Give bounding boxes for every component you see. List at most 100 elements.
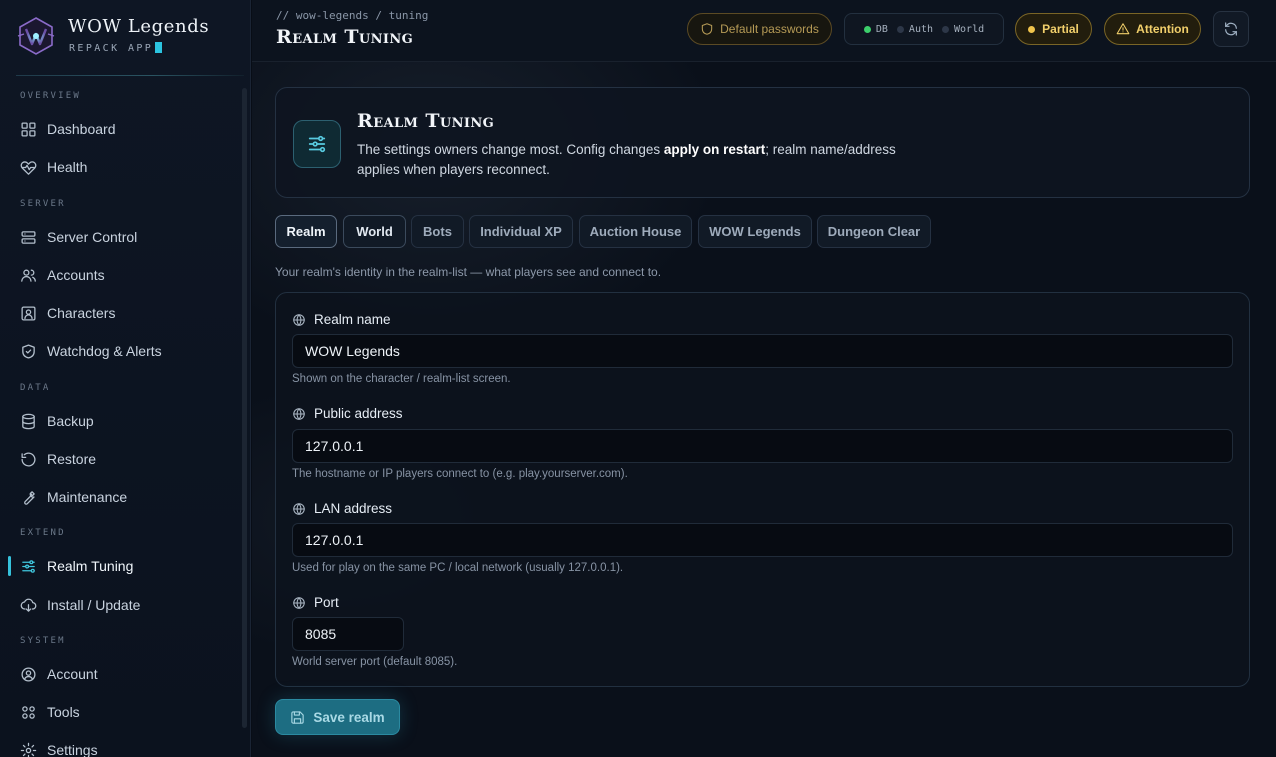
section-label-extend: EXTEND xyxy=(20,528,66,538)
sidebar-item-settings[interactable]: Settings xyxy=(8,733,236,757)
refresh-button[interactable] xyxy=(1213,11,1249,47)
port-label: Port xyxy=(292,595,339,610)
lan-address-label: LAN address xyxy=(292,501,392,516)
hero-title: Realm Tuning xyxy=(357,110,495,132)
realm-name-label: Realm name xyxy=(292,312,391,327)
shield-check-icon xyxy=(22,343,35,359)
sidebar-item-label: Account xyxy=(47,666,98,682)
section-label-server: SERVER xyxy=(20,199,66,209)
sidebar-item-server-control[interactable]: Server Control xyxy=(8,220,236,254)
gear-icon xyxy=(20,742,37,757)
save-realm-button[interactable]: Save realm xyxy=(275,699,400,735)
world-status-dot xyxy=(942,25,950,33)
database-icon xyxy=(22,413,35,429)
sidebar-item-health[interactable]: Health xyxy=(8,150,236,184)
brand[interactable]: WOW Legends REPACK APP xyxy=(16,14,236,58)
section-label-system: SYSTEM xyxy=(20,636,66,646)
breadcrumb: // wow-legends / tuning xyxy=(276,9,429,22)
sidebar-item-label: Restore xyxy=(47,451,97,467)
sidebar-item-dashboard[interactable]: Dashboard xyxy=(8,112,236,146)
realm-name-help: Shown on the character / realm-list scre… xyxy=(292,373,511,385)
sidebar-item-maintenance[interactable]: Maintenance xyxy=(8,480,236,514)
brand-title: WOW Legends xyxy=(68,16,210,37)
character-icon xyxy=(21,305,36,321)
restore-icon xyxy=(21,452,36,467)
public-address-help: The hostname or IP players connect to (e… xyxy=(292,468,628,480)
partial-status-badge[interactable]: Partial xyxy=(1015,13,1092,45)
globe-icon xyxy=(293,313,305,326)
attention-label: Attention xyxy=(1136,22,1189,36)
sidebar-item-install-update[interactable]: Install / Update xyxy=(8,588,236,622)
tab-realm[interactable]: Realm xyxy=(275,215,337,248)
tab-world[interactable]: World xyxy=(343,215,406,248)
db-status-label: DB xyxy=(875,23,888,35)
section-label-data: DATA xyxy=(20,383,51,393)
attention-badge[interactable]: Attention xyxy=(1104,13,1201,45)
warning-icon xyxy=(1116,23,1130,35)
dashboard-icon xyxy=(21,121,36,137)
partial-label: Partial xyxy=(1042,22,1079,36)
lan-address-input[interactable] xyxy=(292,523,1233,557)
globe-icon xyxy=(293,407,305,420)
sidebar-item-tools[interactable]: Tools xyxy=(8,695,236,729)
section-label-overview: OVERVIEW xyxy=(20,91,81,101)
user-circle-icon xyxy=(21,666,36,682)
sidebar-item-restore[interactable]: Restore xyxy=(8,442,236,476)
install-icon xyxy=(20,598,37,612)
service-status-indicator: DB Auth World xyxy=(844,13,1004,45)
tab-auction-house[interactable]: Auction House xyxy=(579,215,692,248)
server-icon xyxy=(21,230,36,244)
port-help: World server port (default 8085). xyxy=(292,656,458,668)
refresh-icon xyxy=(1225,22,1237,36)
sidebar-item-realm-tuning[interactable]: Realm Tuning xyxy=(8,549,236,583)
heart-pulse-icon xyxy=(20,160,37,175)
sidebar-item-label: Dashboard xyxy=(47,121,116,137)
tab-description: Your realm's identity in the realm-list … xyxy=(275,265,662,279)
sidebar-item-backup[interactable]: Backup xyxy=(8,404,236,438)
port-label-text: Port xyxy=(314,595,339,610)
cursor-block xyxy=(155,42,163,53)
auth-status-label: Auth xyxy=(908,23,934,35)
sidebar-item-label: Health xyxy=(47,159,88,175)
shield-icon xyxy=(701,23,713,35)
tab-individual-xp[interactable]: Individual XP xyxy=(469,215,573,248)
sidebar-item-account[interactable]: Account xyxy=(8,657,236,691)
tab-dungeon-clear[interactable]: Dungeon Clear xyxy=(817,215,931,248)
tab-bots[interactable]: Bots xyxy=(411,215,464,248)
main-content: // wow-legends / tuning Realm Tuning Def… xyxy=(252,0,1276,757)
realm-name-label-text: Realm name xyxy=(314,312,391,327)
lan-address-label-text: LAN address xyxy=(314,501,393,516)
brand-subtitle: REPACK APP xyxy=(69,42,163,54)
globe-icon xyxy=(293,502,305,515)
sidebar-item-label: Tools xyxy=(47,704,80,720)
sliders-icon xyxy=(22,559,35,573)
sidebar-scrollbar[interactable] xyxy=(242,88,247,728)
sidebar-item-label: Watchdog & Alerts xyxy=(47,343,162,359)
auth-status-dot xyxy=(896,25,904,33)
default-passwords-badge[interactable]: Default passwords xyxy=(687,13,832,45)
realm-settings-form: Realm name Shown on the character / real… xyxy=(275,292,1250,687)
sidebar-item-characters[interactable]: Characters xyxy=(8,296,236,330)
lan-address-help: Used for play on the same PC / local net… xyxy=(292,562,624,574)
sliders-icon xyxy=(308,135,326,153)
sidebar-item-label: Install / Update xyxy=(47,597,141,613)
wrench-icon xyxy=(24,490,35,505)
topbar: // wow-legends / tuning Realm Tuning Def… xyxy=(252,0,1276,62)
sidebar-item-label: Settings xyxy=(47,742,98,757)
hero-icon-box xyxy=(293,120,341,168)
hero-description: The settings owners change most. Config … xyxy=(357,140,937,180)
default-passwords-label: Default passwords xyxy=(720,22,819,36)
db-status-dot xyxy=(863,25,871,33)
sidebar-item-label: Characters xyxy=(47,305,116,321)
tab-wow-legends[interactable]: WOW Legends xyxy=(698,215,812,248)
page-title: Realm Tuning xyxy=(276,26,414,48)
public-address-input[interactable] xyxy=(292,429,1233,463)
sidebar-item-label: Backup xyxy=(47,413,94,429)
hero-desc-before: The settings owners change most. Config … xyxy=(357,142,664,157)
port-input[interactable] xyxy=(292,617,404,651)
realm-name-input[interactable] xyxy=(292,334,1233,368)
users-icon xyxy=(21,269,36,282)
hero-desc-bold: apply on restart xyxy=(663,142,766,157)
sidebar-item-watchdog[interactable]: Watchdog & Alerts xyxy=(8,334,236,368)
sidebar-item-accounts[interactable]: Accounts xyxy=(8,258,236,292)
